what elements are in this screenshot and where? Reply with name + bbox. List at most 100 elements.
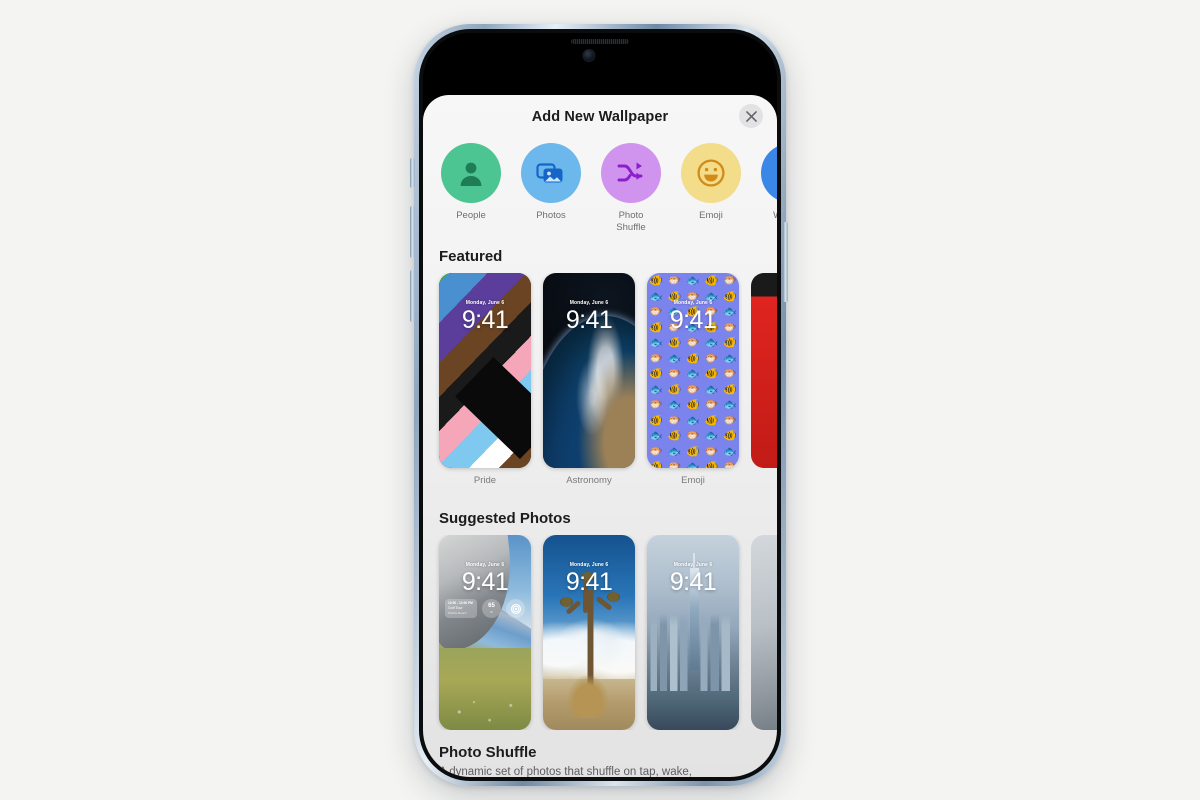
emoji-glyph: 🐠: [704, 461, 719, 468]
suggested-card-nyc-skyline[interactable]: Monday, June 6 9:41: [647, 535, 739, 730]
emoji-glyph: 🐠: [649, 275, 664, 287]
lock-time: 9:41: [461, 306, 509, 334]
emoji-glyph: 🐠: [722, 337, 737, 349]
category-weather[interactable]: Weather: [759, 143, 777, 234]
activity-icon: [510, 603, 521, 614]
volume-down-button[interactable]: [410, 270, 415, 322]
ring-widget-unit: %: [490, 610, 493, 614]
category-people-circle: [441, 143, 501, 203]
emoji-glyph: 🐟: [704, 337, 719, 349]
emoji-glyph: 🐠: [649, 368, 664, 380]
emoji-glyph: 🐠: [722, 383, 737, 396]
close-button[interactable]: [739, 104, 763, 128]
emoji-glyph: 🐠: [686, 352, 700, 365]
joshua-bush: [566, 675, 610, 719]
wallpaper-card-partial[interactable]: [751, 273, 777, 486]
side-power-button[interactable]: [783, 222, 788, 302]
device-screen: Add New Wallpaper People Photos Photo Sh…: [423, 33, 777, 777]
emoji-glyph: 🐡: [704, 445, 719, 458]
emoji-glyph: 🐠: [667, 383, 682, 396]
mute-switch-button[interactable]: [410, 158, 415, 188]
wallpaper-card-emoji[interactable]: 🐠 🐡 🐟 🐠 🐡 🐟 🐠 🐡 🐟 🐠 🐡 🐟 🐠 🐡 🐟 🐠 🐡 🐟 🐠 🐡 🐟 🐠 🐡 🐟 🐠 🐡 🐟 🐠 🐡 🐟 🐠 🐡 🐟 🐠 🐡 🐟 🐠 🐡 🐟 🐠…: [647, 273, 739, 486]
emoji-glyph: 🐟: [649, 337, 664, 349]
emoji-glyph: 🐟: [722, 352, 737, 365]
category-photos[interactable]: Photos: [519, 143, 583, 234]
suggested-card-stadium[interactable]: Monday, June 6 9:41 12:00 - 12:00 PM Gol…: [439, 535, 531, 730]
emoji-glyph: 🐟: [686, 275, 700, 287]
wallpaper-name-astronomy: Astronomy: [566, 475, 612, 486]
category-photo-shuffle-circle: [601, 143, 661, 203]
emoji-glyph: 🐠: [704, 368, 719, 380]
emoji-glyph: 🐡: [649, 399, 664, 411]
lock-widget-row[interactable]: 12:00 - 12:00 PM Golf Tour Pebble Beach …: [445, 599, 525, 618]
wallpaper-card-pride[interactable]: Monday, June 6 9:41 Pride: [439, 273, 531, 486]
emoji-glyph: 🐡: [686, 383, 700, 396]
emoji-glyph: 🐡: [722, 414, 737, 427]
lock-time: 9:41: [565, 306, 613, 334]
category-weather-circle: [761, 143, 777, 203]
emoji-glyph: 🐟: [704, 383, 719, 396]
front-camera-icon: [583, 50, 595, 61]
calendar-widget[interactable]: 12:00 - 12:00 PM Golf Tour Pebble Beach: [445, 599, 477, 618]
shuffle-icon: [617, 162, 643, 182]
emoji-glyph: 🐟: [667, 352, 682, 365]
sun-cloud-icon: [775, 157, 777, 189]
earpiece-speaker-icon: [571, 39, 629, 44]
emoji-glyph: 🐡: [686, 430, 700, 442]
featured-card-row[interactable]: Monday, June 6 9:41 Pride Monday, June 6…: [423, 273, 777, 486]
suggested-card-joshua-tree[interactable]: Monday, June 6 9:41: [543, 535, 635, 730]
emoji-glyph: 🐟: [704, 430, 719, 442]
stadium-field: [439, 648, 531, 730]
emoji-glyph: 🐠: [649, 414, 664, 427]
emoji-glyph: 🐠: [704, 275, 719, 287]
lock-time: 9:41: [461, 568, 509, 596]
emoji-glyph: 🐡: [722, 461, 737, 468]
lock-time: 9:41: [565, 568, 613, 596]
ring-widget[interactable]: 65 %: [482, 599, 501, 618]
earth-limb-glow: [543, 316, 635, 468]
suggested-card-partial[interactable]: [751, 535, 777, 730]
suggested-card-row[interactable]: Monday, June 6 9:41 12:00 - 12:00 PM Gol…: [423, 535, 777, 730]
wallpaper-thumb-partial: [751, 273, 777, 468]
category-people-label: People: [456, 210, 486, 221]
smiley-icon: [697, 159, 725, 187]
emoji-glyph: 🐟: [649, 430, 664, 442]
wallpaper-thumb-pride: Monday, June 6 9:41: [439, 273, 531, 468]
emoji-glyph: 🐠: [667, 337, 682, 349]
emoji-glyph: 🐟: [686, 414, 700, 427]
nyc-harbor-water: [647, 691, 739, 730]
photo-shuffle-description: A dynamic set of photos that shuffle on …: [439, 766, 692, 777]
sheet-title: Add New Wallpaper: [531, 109, 669, 125]
category-photo-shuffle-label: Photo Shuffle: [616, 210, 646, 233]
suggested-thumb-nyc-skyline: Monday, June 6 9:41: [647, 535, 739, 730]
category-emoji-circle: [681, 143, 741, 203]
category-emoji-label: Emoji: [699, 210, 723, 221]
photo-shuffle-block[interactable]: Photo Shuffle A dynamic set of photos th…: [423, 730, 777, 777]
add-wallpaper-sheet: Add New Wallpaper People Photos Photo Sh…: [423, 95, 777, 777]
emoji-glyph: 🐟: [649, 383, 664, 396]
lock-time: 9:41: [669, 306, 717, 334]
category-photo-shuffle[interactable]: Photo Shuffle: [599, 143, 663, 234]
sheet-scroll-body[interactable]: People Photos Photo Shuffle Emoji Featur…: [423, 139, 777, 777]
activity-widget[interactable]: [506, 599, 525, 618]
wallpaper-card-astronomy[interactable]: Monday, June 6 9:41 Astronomy: [543, 273, 635, 486]
emoji-glyph: 🐡: [649, 352, 664, 365]
category-emoji[interactable]: Emoji: [679, 143, 743, 234]
category-people[interactable]: People: [439, 143, 503, 234]
emoji-glyph: 🐡: [667, 368, 682, 380]
volume-up-button[interactable]: [410, 206, 415, 258]
category-row[interactable]: People Photos Photo Shuffle Emoji: [423, 139, 777, 242]
emoji-glyph: 🐠: [686, 445, 700, 458]
emoji-glyph: 🐟: [722, 399, 737, 411]
emoji-glyph: 🐡: [722, 275, 737, 287]
wallpaper-name-pride: Pride: [473, 475, 497, 486]
emoji-glyph: 🐟: [686, 368, 700, 380]
wallpaper-name-emoji: Emoji: [681, 475, 705, 486]
iphone-device-frame: Add New Wallpaper People Photos Photo Sh…: [414, 24, 786, 786]
emoji-glyph: 🐠: [722, 430, 737, 442]
device-bezel: Add New Wallpaper People Photos Photo Sh…: [419, 29, 781, 781]
category-weather-label: Weather: [759, 210, 777, 222]
emoji-glyph: 🐠: [649, 461, 664, 468]
emoji-glyph: 🐠: [704, 414, 719, 427]
emoji-glyph: 🐡: [667, 461, 682, 468]
